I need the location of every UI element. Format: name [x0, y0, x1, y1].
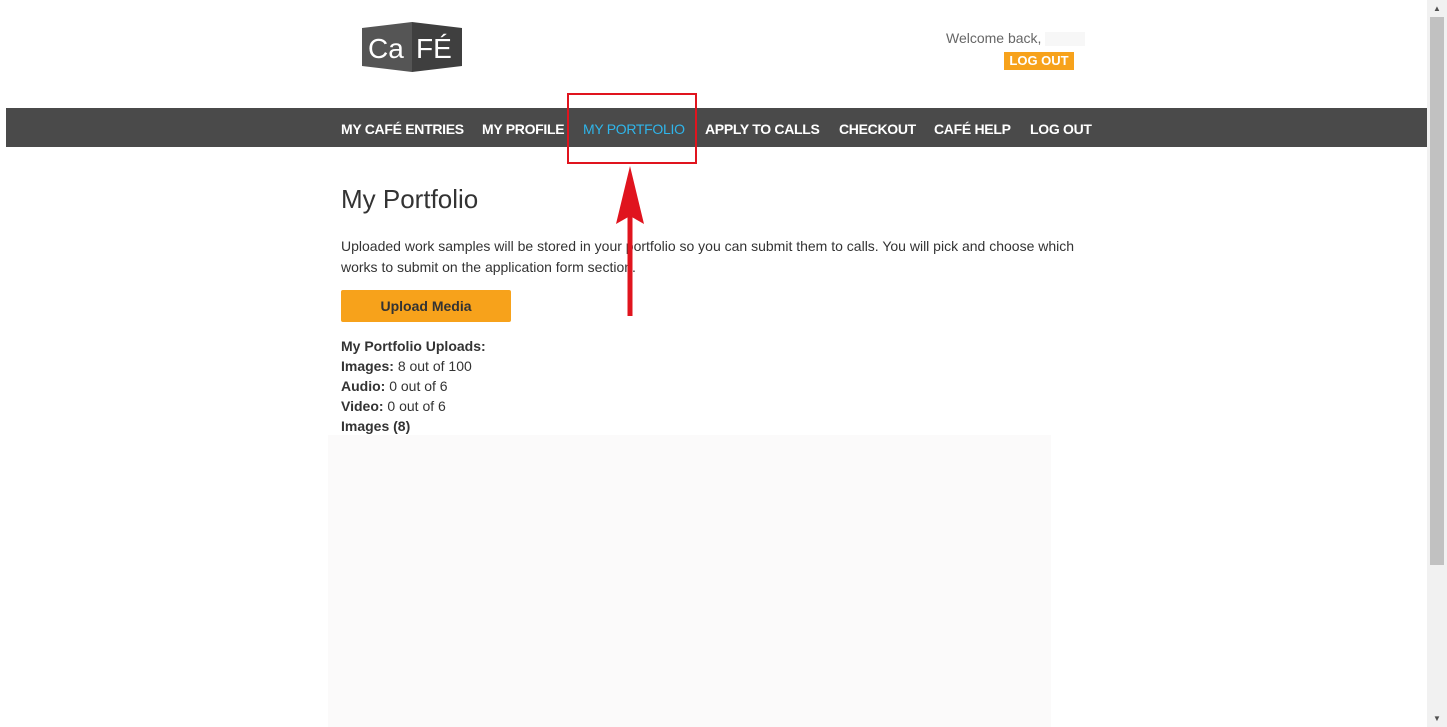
header-logout-button[interactable]: LOG OUT: [1004, 52, 1074, 70]
intro-text: Uploaded work samples will be stored in …: [341, 238, 1075, 275]
nav-my-profile[interactable]: MY PROFILE: [482, 108, 565, 147]
uploads-heading: My Portfolio Uploads:: [341, 338, 486, 354]
nav-my-portfolio[interactable]: MY PORTFOLIO: [583, 108, 685, 147]
portfolio-stats: My Portfolio Uploads: Images: 8 out of 1…: [341, 336, 486, 436]
nav-my-cafe-entries[interactable]: MY CAFÉ ENTRIES: [341, 108, 464, 147]
images-heading: Images (8): [341, 418, 411, 434]
main-nav: MY CAFÉ ENTRIES MY PROFILE MY PORTFOLIO …: [6, 108, 1427, 147]
cafe-logo[interactable]: Ca FÉ: [362, 22, 462, 72]
image-gallery: [328, 435, 1051, 727]
stat-video: Video: 0 out of 6: [341, 398, 446, 414]
page: Ca FÉ Welcome back, LOG OUT MY CAFÉ ENTR…: [0, 0, 1447, 727]
welcome-text: Welcome back,: [946, 30, 1042, 46]
scroll-thumb[interactable]: [1430, 17, 1444, 565]
stat-images: Images: 8 out of 100: [341, 358, 472, 374]
user-name-placeholder: [1045, 32, 1086, 47]
scroll-up-icon[interactable]: ▲: [1427, 0, 1447, 17]
nav-checkout[interactable]: CHECKOUT: [839, 108, 916, 147]
nav-log-out[interactable]: LOG OUT: [1030, 108, 1092, 147]
welcome-message: Welcome back,: [946, 30, 1086, 47]
page-title: My Portfolio: [341, 184, 479, 214]
upload-media-button[interactable]: Upload Media: [341, 290, 511, 322]
scroll-down-icon[interactable]: ▼: [1427, 710, 1447, 727]
nav-cafe-help[interactable]: CAFÉ HELP: [934, 108, 1011, 147]
stat-audio: Audio: 0 out of 6: [341, 378, 448, 394]
vertical-scrollbar[interactable]: ▲ ▼: [1427, 0, 1447, 727]
svg-text:FÉ: FÉ: [416, 33, 452, 64]
nav-apply-to-calls[interactable]: APPLY TO CALLS: [705, 108, 820, 147]
svg-text:Ca: Ca: [368, 33, 404, 64]
